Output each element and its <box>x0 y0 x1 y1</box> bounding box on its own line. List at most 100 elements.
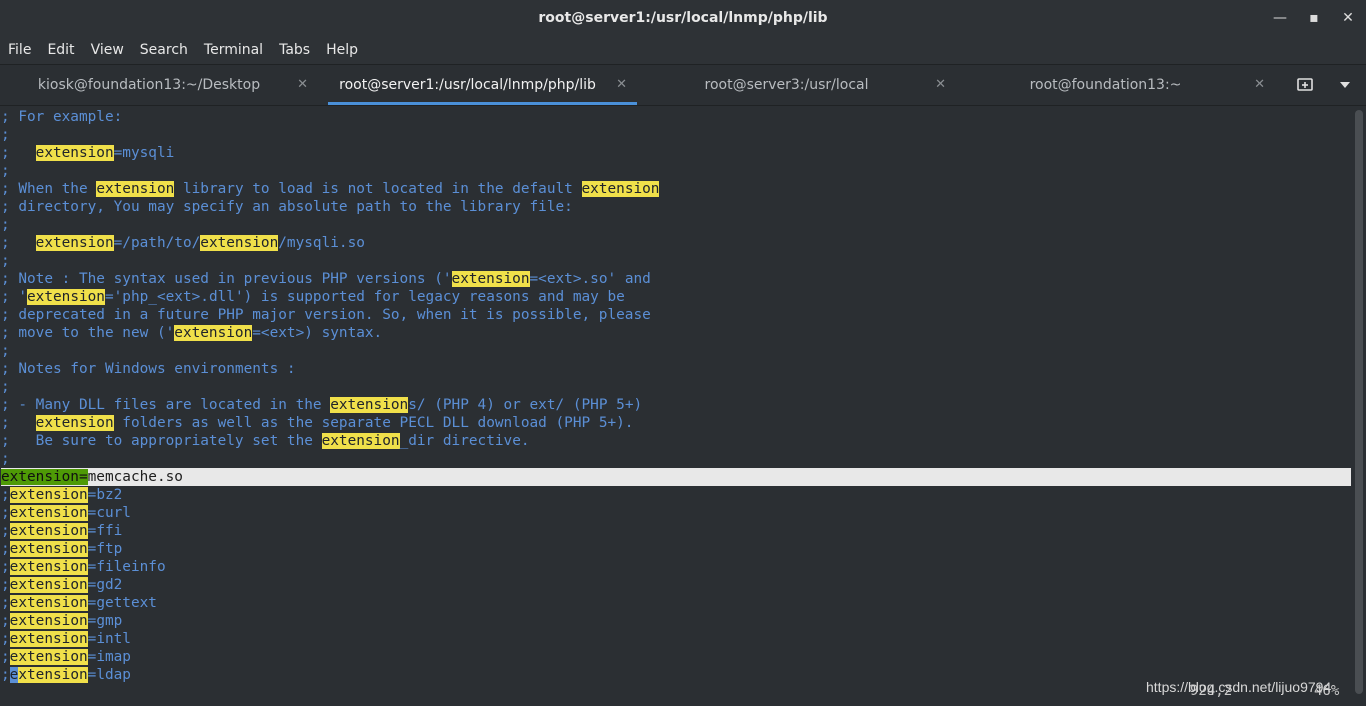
line-text: ; deprecated in a future PHP major versi… <box>1 307 651 323</box>
terminal-line: ; For example: <box>1 108 1351 126</box>
terminal-line: ; <box>1 450 1351 468</box>
line-text: ; <box>1 577 10 593</box>
menu-view[interactable]: View <box>83 36 132 64</box>
line-text: ; <box>1 217 10 233</box>
search-match: extension <box>9 613 88 629</box>
search-match: extension <box>9 631 88 647</box>
terminal-line: ; extension folders as well as the separ… <box>1 414 1351 432</box>
line-text: ; <box>1 235 36 251</box>
line-text: ; <box>1 595 10 611</box>
line-text: s/ (PHP 4) or ext/ (PHP 5+) <box>408 397 643 413</box>
line-text: ; <box>1 649 10 665</box>
new-tab-icon-glyph <box>1297 78 1313 91</box>
line-text: =gmp <box>87 613 123 629</box>
scrollbar[interactable] <box>1355 110 1363 694</box>
search-match: extension <box>330 397 409 413</box>
title-bar: root@server1:/usr/local/lnmp/php/lib — ▪… <box>0 0 1366 36</box>
tab-label: root@foundation13:~ <box>1029 77 1182 93</box>
search-match: extension <box>35 145 114 161</box>
terminal-line: ; Note : The syntax used in previous PHP… <box>1 270 1351 288</box>
line-text: =curl <box>87 505 131 521</box>
terminal-line: ; Be sure to appropriately set the exten… <box>1 432 1351 450</box>
tab-server3-local[interactable]: root@server3:/usr/local ✕ <box>647 65 956 105</box>
line-text: ; When the <box>1 181 97 197</box>
close-window-icon[interactable]: ✕ <box>1338 8 1358 28</box>
line-text: ='php_<ext>.dll') is supported for legac… <box>104 289 625 305</box>
tab-close-icon[interactable]: ✕ <box>1254 65 1265 105</box>
line-text: =gettext <box>87 595 157 611</box>
tab-foundation-home[interactable]: root@foundation13:~ ✕ <box>966 65 1275 105</box>
terminal-line: ;extension=imap <box>1 648 1351 666</box>
terminal-line: ;extension=fileinfo <box>1 558 1351 576</box>
terminal-line: ;extension=gettext <box>1 594 1351 612</box>
search-match: extension <box>451 271 530 287</box>
line-text: /mysqli.so <box>278 235 365 251</box>
line-text: ; <box>1 163 10 179</box>
line-text: =ftp <box>87 541 123 557</box>
line-text: ; <box>1 145 36 161</box>
watermark: https://blog.csdn.net/lijuo9794 <box>1146 679 1332 695</box>
tab-kiosk-desktop[interactable]: kiosk@foundation13:~/Desktop ✕ <box>10 65 318 105</box>
terminal-line: ; <box>1 342 1351 360</box>
window-title: root@server1:/usr/local/lnmp/php/lib <box>538 10 828 26</box>
terminal-line: ; Notes for Windows environments : <box>1 360 1351 378</box>
minimize-icon[interactable]: — <box>1270 8 1290 28</box>
search-match: extension <box>35 235 114 251</box>
tab-close-icon[interactable]: ✕ <box>616 65 627 105</box>
terminal-line: ; deprecated in a future PHP major versi… <box>1 306 1351 324</box>
menu-tabs[interactable]: Tabs <box>271 36 318 64</box>
line-text: =gd2 <box>87 577 123 593</box>
search-match: extension <box>321 433 400 449</box>
line-text: ; <box>1 415 36 431</box>
line-text: =imap <box>87 649 131 665</box>
line-text: memcache.so <box>87 469 183 485</box>
line-text: =fileinfo <box>87 559 166 575</box>
maximize-icon[interactable]: ▪ <box>1304 8 1324 28</box>
tab-close-icon[interactable]: ✕ <box>297 65 308 105</box>
search-match: extension <box>9 523 88 539</box>
terminal-line: ; move to the new ('extension=<ext>) syn… <box>1 324 1351 342</box>
line-text: ; For example: <box>1 109 123 125</box>
new-tab-icon[interactable] <box>1296 65 1314 105</box>
terminal-line: ; extension=mysqli <box>1 144 1351 162</box>
terminal-line: extension=memcache.so <box>1 468 1351 486</box>
line-text: ; Notes for Windows environments : <box>1 361 296 377</box>
line-text: ; <box>1 253 10 269</box>
line-text: ; <box>1 559 10 575</box>
line-text: =<ext>.so' and <box>529 271 651 287</box>
tab-server1-lib[interactable]: root@server1:/usr/local/lnmp/php/lib ✕ <box>328 65 637 105</box>
menu-file[interactable]: File <box>0 36 39 64</box>
tab-close-icon[interactable]: ✕ <box>935 65 946 105</box>
line-text: ; <box>1 127 10 143</box>
search-match: extension <box>9 487 88 503</box>
line-text: ; <box>1 451 10 467</box>
search-match: extension <box>581 181 660 197</box>
search-match: extension <box>174 325 253 341</box>
tab-menu-chevron-icon[interactable] <box>1338 65 1352 105</box>
search-match: extension <box>9 595 88 611</box>
search-match: extension <box>200 235 279 251</box>
line-text: ; <box>1 523 10 539</box>
line-text: ; Be sure to appropriately set the <box>1 433 322 449</box>
line-text: ; <box>1 379 10 395</box>
terminal-line: ; When the extension library to load is … <box>1 180 1351 198</box>
menu-help[interactable]: Help <box>318 36 366 64</box>
line-text: library to load is not located in the de… <box>174 181 582 197</box>
menu-terminal[interactable]: Terminal <box>196 36 271 64</box>
line-text: =/path/to/ <box>113 235 201 251</box>
terminal-line: ;extension=ftp <box>1 540 1351 558</box>
line-text: ; - Many DLL files are located in the <box>1 397 331 413</box>
terminal-area[interactable]: ; For example:;; extension=mysqli;; When… <box>0 106 1352 706</box>
menu-search[interactable]: Search <box>132 36 196 64</box>
terminal-line: ;extension=gd2 <box>1 576 1351 594</box>
line-text: ; directory, You may specify an absolute… <box>1 199 573 215</box>
line-text: =ldap <box>87 667 131 683</box>
line-text: ; <box>1 667 10 683</box>
terminal-line: ; <box>1 162 1351 180</box>
line-text: =<ext>) syntax. <box>252 325 383 341</box>
line-text: =intl <box>87 631 131 647</box>
line-text: =bz2 <box>87 487 123 503</box>
line-text: _dir directive. <box>399 433 530 449</box>
search-match: extension <box>35 415 114 431</box>
menu-edit[interactable]: Edit <box>39 36 82 64</box>
